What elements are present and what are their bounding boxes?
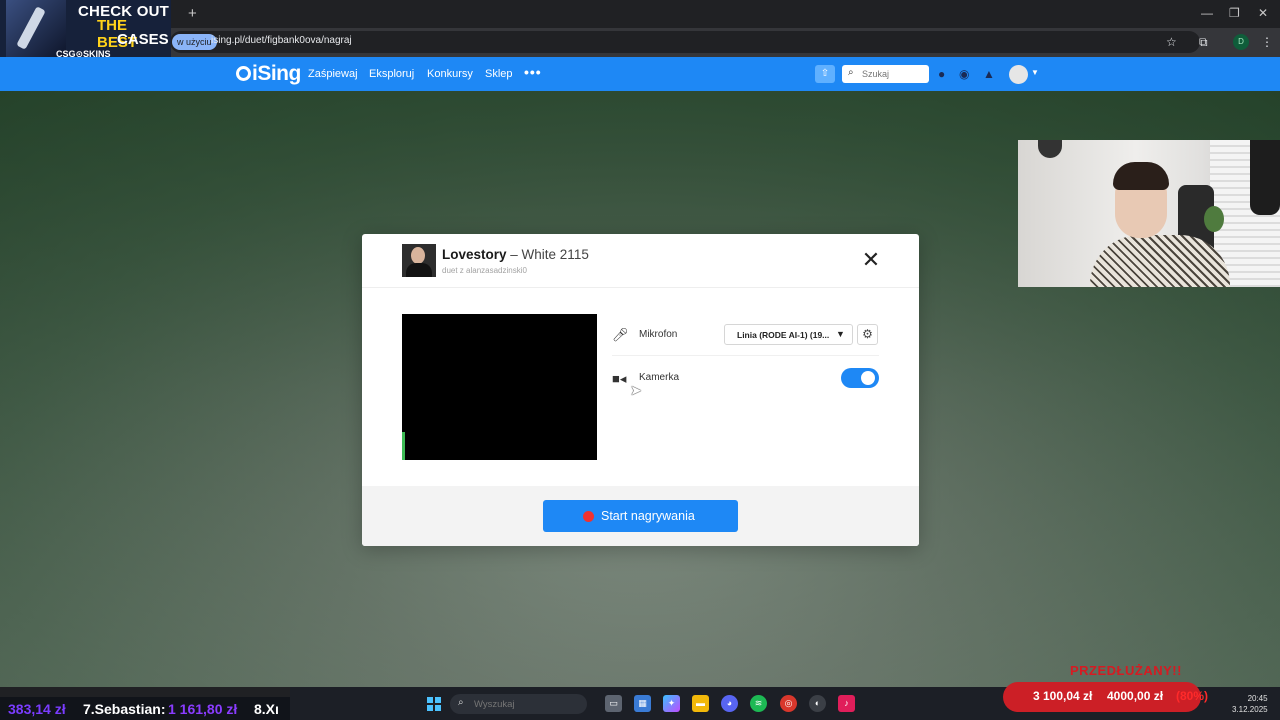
ticker-amount: 1 161,80 zł bbox=[168, 701, 238, 717]
video-camera-icon: ■◂ bbox=[612, 371, 627, 386]
record-duet-modal: Lovestory – White 2115 duet z alanzasadz… bbox=[362, 234, 919, 546]
song-name: Lovestory bbox=[442, 247, 507, 262]
modal-divider bbox=[362, 287, 919, 288]
windows-start-icon[interactable] bbox=[427, 697, 441, 711]
bell-icon[interactable]: ▲ bbox=[983, 67, 995, 81]
url-text[interactable]: ising.pl/duet/figbank0ova/nagraj bbox=[211, 35, 352, 46]
ticker-name: 7.Sebastian: bbox=[83, 701, 166, 717]
song-title: Lovestory – White 2115 bbox=[442, 247, 589, 262]
goal-title: PRZEDŁUŻANY!! bbox=[1070, 663, 1182, 678]
modal-footer: Start nagrywania bbox=[362, 486, 919, 546]
search-icon: ⌕ bbox=[458, 697, 464, 708]
more-menu-icon[interactable]: ••• bbox=[524, 64, 542, 80]
mic-select-value: Linia (RODE AI-1) (19... bbox=[737, 330, 830, 340]
close-icon[interactable]: ✕ bbox=[861, 249, 881, 271]
close-window-icon[interactable]: ✕ bbox=[1258, 6, 1268, 20]
spotify-icon[interactable]: ≋ bbox=[750, 695, 767, 712]
donation-ticker: 383,14 zł 7.Sebastian: 1 161,80 zł 8.Xı bbox=[0, 697, 290, 720]
dropdown-caret-icon: ▼ bbox=[836, 329, 845, 339]
nav-link-eksploruj[interactable]: Eksploruj bbox=[369, 68, 414, 80]
audio-level-meter bbox=[402, 432, 405, 460]
goal-percent: (80%) bbox=[1176, 689, 1209, 703]
logo-text: iSing bbox=[252, 62, 301, 85]
browser-tab-bar: + — ❐ ✕ bbox=[0, 0, 1280, 28]
goal-current: 3 100,04 zł bbox=[1033, 689, 1093, 703]
ticker-amount: 383,14 zł bbox=[8, 701, 66, 717]
tiktok-icon[interactable]: ♪ bbox=[838, 695, 855, 712]
site-search[interactable]: ⌕ bbox=[842, 65, 929, 83]
toggle-knob bbox=[861, 371, 875, 385]
start-recording-button[interactable]: Start nagrywania bbox=[543, 500, 738, 532]
upload-icon[interactable]: ⇧ bbox=[815, 65, 835, 83]
eye-icon[interactable]: ◉ bbox=[959, 67, 969, 81]
chevron-down-icon[interactable]: ▼ bbox=[1031, 68, 1039, 77]
taskbar-search[interactable]: ⌕ bbox=[450, 694, 587, 714]
ticker-name: 8.Xı bbox=[254, 701, 279, 717]
discord-icon[interactable]: ◕ bbox=[721, 695, 738, 712]
site-navbar: iSing Zaśpiewaj Eksploruj Konkursy Sklep… bbox=[0, 57, 1280, 91]
camera-toggle[interactable] bbox=[841, 368, 879, 388]
wall-clock-image bbox=[1038, 140, 1062, 158]
mouse-cursor-icon: ➤ bbox=[630, 382, 642, 398]
mic-select[interactable]: Linia (RODE AI-1) (19... ▼ bbox=[724, 324, 853, 345]
new-tab-icon[interactable]: + bbox=[188, 5, 197, 22]
nav-link-zaspiewaj[interactable]: Zaśpiewaj bbox=[308, 68, 358, 80]
maximize-icon[interactable]: ❐ bbox=[1229, 6, 1240, 20]
chat-icon[interactable]: ● bbox=[938, 67, 945, 81]
bookmark-star-icon[interactable]: ☆ bbox=[1166, 35, 1177, 49]
url-field[interactable]: w użyciu ising.pl/duet/figbank0ova/nagra… bbox=[170, 31, 1200, 53]
browser-profile-avatar[interactable]: D bbox=[1233, 34, 1249, 50]
obs-icon[interactable]: ◐ bbox=[809, 695, 826, 712]
nav-link-konkursy[interactable]: Konkursy bbox=[427, 68, 473, 80]
taskbar-search-input[interactable] bbox=[474, 697, 579, 711]
user-avatar[interactable] bbox=[1009, 65, 1028, 84]
search-icon: ⌕ bbox=[848, 67, 854, 78]
gear-icon: ⚙ bbox=[862, 327, 873, 341]
record-dot-icon bbox=[583, 511, 594, 522]
goal-target: 4000,00 zł bbox=[1107, 689, 1164, 703]
copilot-icon[interactable]: ✦ bbox=[663, 695, 680, 712]
search-input[interactable] bbox=[862, 67, 926, 81]
mic-settings-button[interactable]: ⚙ bbox=[857, 324, 878, 345]
row-divider bbox=[612, 355, 879, 356]
start-recording-label: Start nagrywania bbox=[601, 509, 695, 523]
clock-time: 20:45 bbox=[1247, 694, 1268, 703]
clock-date: 3.12.2025 bbox=[1232, 705, 1268, 714]
promo-banner: CHECK OUT THE BEST CASES CSG⊙SKINS bbox=[0, 0, 171, 60]
extensions-icon[interactable]: ⧉ bbox=[1199, 35, 1208, 50]
camera-label: Kamerka bbox=[639, 372, 680, 383]
browser-menu-icon[interactable]: ⋮ bbox=[1261, 35, 1273, 49]
minimize-icon[interactable]: — bbox=[1201, 6, 1213, 20]
microphone-icon: 🎤︎ bbox=[612, 327, 629, 342]
ising-logo[interactable]: iSing bbox=[236, 62, 301, 86]
webcam-feed bbox=[1018, 140, 1280, 287]
ising-logo-icon bbox=[236, 66, 251, 81]
task-view-icon[interactable]: ▭ bbox=[605, 695, 622, 712]
store-icon[interactable]: ▦ bbox=[634, 695, 651, 712]
duet-subtitle: duet z alanzasadzinski0 bbox=[442, 266, 527, 275]
promo-line-3: CASES bbox=[117, 31, 169, 48]
nav-link-sklep[interactable]: Sklep bbox=[485, 68, 513, 80]
camera-preview bbox=[402, 314, 597, 460]
chrome-icon[interactable]: ◎ bbox=[780, 695, 797, 712]
song-artist: – White 2115 bbox=[506, 247, 589, 262]
url-status-chip: w użyciu bbox=[172, 34, 217, 50]
tray-clock[interactable]: 20:45 3.12.2025 bbox=[1232, 693, 1268, 715]
address-bar: w użyciu ising.pl/duet/figbank0ova/nagra… bbox=[0, 28, 1280, 57]
song-thumbnail bbox=[402, 244, 436, 277]
file-explorer-icon[interactable]: ▬ bbox=[692, 695, 709, 712]
mic-label: Mikrofon bbox=[639, 329, 678, 340]
goal-bar: 3 100,04 zł 4000,00 zł bbox=[1003, 682, 1201, 712]
